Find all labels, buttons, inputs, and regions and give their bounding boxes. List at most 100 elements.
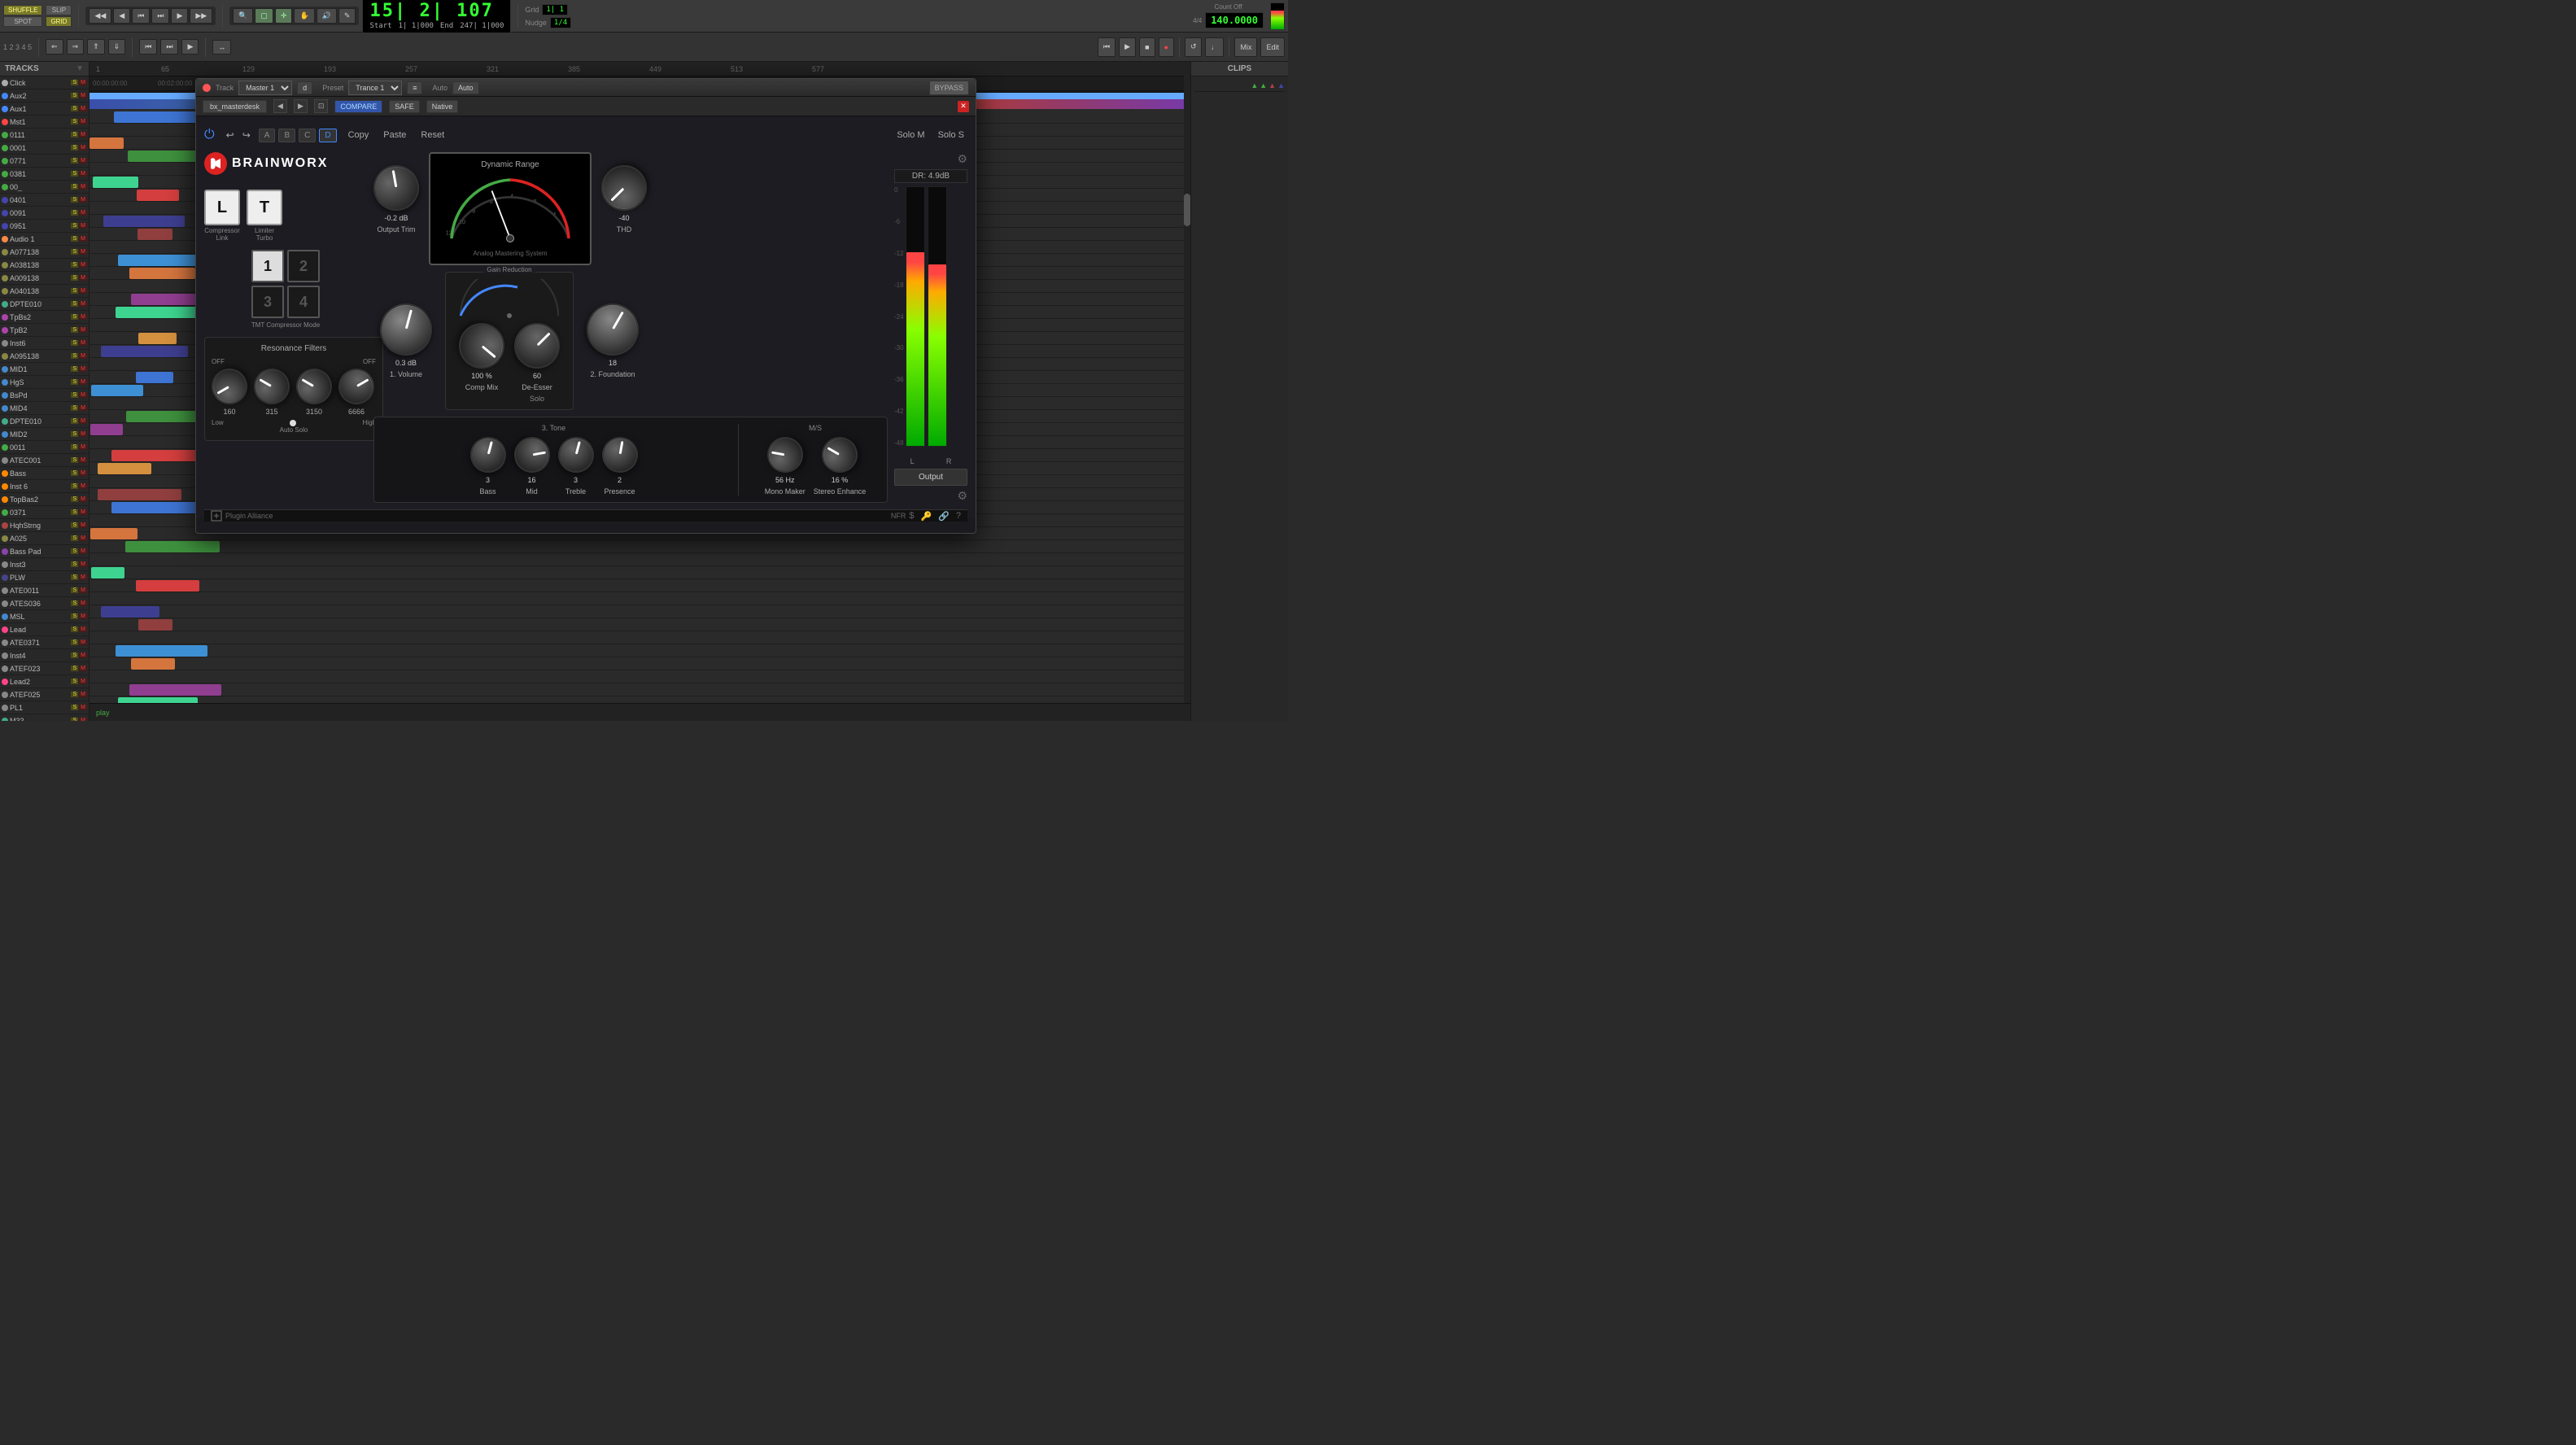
- track-s-btn[interactable]: S: [71, 574, 78, 580]
- track-s-btn[interactable]: S: [71, 666, 78, 671]
- clip-8[interactable]: [103, 216, 185, 227]
- clip-23[interactable]: [126, 411, 197, 422]
- track-item-mst1[interactable]: Mst1 S M: [0, 116, 89, 129]
- track-s-btn[interactable]: S: [71, 132, 78, 138]
- track-lane-37[interactable]: [90, 592, 1190, 605]
- track-m-btn[interactable]: M: [79, 679, 87, 684]
- track-s-btn[interactable]: S: [71, 145, 78, 151]
- plugin-x-btn[interactable]: ✕: [958, 101, 969, 112]
- track-m-btn[interactable]: M: [79, 509, 87, 515]
- track-m-btn[interactable]: M: [79, 444, 87, 450]
- track-m-btn[interactable]: M: [79, 692, 87, 697]
- track-item-lead[interactable]: Lead S M: [0, 623, 89, 636]
- track-m-btn[interactable]: M: [79, 314, 87, 320]
- native-btn[interactable]: Native: [426, 100, 459, 113]
- tmt-mode-2[interactable]: 2: [287, 250, 320, 282]
- track-m-btn[interactable]: M: [79, 340, 87, 346]
- clip-24[interactable]: [90, 424, 123, 435]
- clip-33[interactable]: [125, 541, 220, 552]
- clip-21[interactable]: [91, 385, 142, 396]
- compressor-link-btn[interactable]: L: [204, 190, 240, 225]
- track-lane-41[interactable]: [90, 644, 1190, 657]
- redo-btn[interactable]: ↪: [242, 129, 251, 141]
- clip-5[interactable]: [93, 177, 138, 188]
- clip-btn[interactable]: ⊡: [314, 99, 329, 113]
- auto-btn[interactable]: Auto: [452, 81, 479, 94]
- track-lane-39[interactable]: [90, 618, 1190, 631]
- track-m-btn[interactable]: M: [79, 640, 87, 645]
- reset-btn[interactable]: Reset: [417, 129, 448, 142]
- tmt-mode-3[interactable]: 3: [251, 286, 284, 318]
- dollar-btn[interactable]: $: [909, 511, 914, 522]
- tmt-mode-4[interactable]: 4: [287, 286, 320, 318]
- clip-20[interactable]: [136, 372, 173, 383]
- track-item-0401[interactable]: 0401 S M: [0, 194, 89, 207]
- track-s-btn[interactable]: S: [71, 496, 78, 502]
- hand-tool[interactable]: ✋: [294, 8, 314, 24]
- track-item-mid1[interactable]: MID1 S M: [0, 363, 89, 376]
- track-s-btn[interactable]: S: [71, 444, 78, 450]
- bass-knob[interactable]: [466, 433, 510, 477]
- track-item-dpte010[interactable]: DPTE010 S M: [0, 415, 89, 428]
- track-s-btn[interactable]: S: [71, 119, 78, 124]
- next-button[interactable]: ⏭: [151, 8, 169, 24]
- track-s-btn[interactable]: S: [71, 692, 78, 697]
- track-s-btn[interactable]: S: [71, 522, 78, 528]
- clip-35[interactable]: [91, 567, 124, 578]
- mix-button[interactable]: Mix: [1234, 37, 1257, 57]
- zoom-out-v[interactable]: ⇑: [87, 39, 105, 55]
- loop-button[interactable]: ↺: [1185, 37, 1203, 57]
- track-s-btn[interactable]: S: [71, 587, 78, 593]
- track-item-aux1[interactable]: Aux1 S M: [0, 103, 89, 116]
- track-item-0371[interactable]: 0371 S M: [0, 506, 89, 519]
- clip-41[interactable]: [116, 645, 207, 657]
- clip-36[interactable]: [136, 580, 199, 592]
- track-item-0091[interactable]: 0091 S M: [0, 207, 89, 220]
- safe-btn[interactable]: SAFE: [389, 100, 420, 113]
- track-s-btn[interactable]: S: [71, 288, 78, 294]
- track-m-btn[interactable]: M: [79, 288, 87, 294]
- click-button[interactable]: ♩: [1205, 37, 1224, 57]
- track-lane-43[interactable]: [90, 670, 1190, 683]
- track-item-tpbs2[interactable]: TpBs2 S M: [0, 311, 89, 324]
- clip-12[interactable]: [129, 268, 195, 279]
- zoom-in-h[interactable]: ⇒: [67, 39, 85, 55]
- track-s-btn[interactable]: S: [71, 379, 78, 385]
- track-item-lead2[interactable]: Lead2 S M: [0, 675, 89, 688]
- insert-display[interactable]: bx_masterdesk: [203, 100, 267, 113]
- bottom-settings-btn[interactable]: ⚙: [957, 489, 967, 503]
- track-item-a040138[interactable]: A040138 S M: [0, 285, 89, 298]
- clip-27[interactable]: [98, 463, 151, 474]
- clip-6[interactable]: [137, 190, 178, 201]
- track-m-btn[interactable]: M: [79, 301, 87, 307]
- track-m-btn[interactable]: M: [79, 171, 87, 177]
- track-m-btn[interactable]: M: [79, 705, 87, 710]
- res-knob-160-ctrl[interactable]: [205, 362, 254, 411]
- track-m-btn[interactable]: M: [79, 366, 87, 372]
- clip-18[interactable]: [101, 346, 188, 357]
- track-item-a025[interactable]: A025 S M: [0, 532, 89, 545]
- track-item-ate0011[interactable]: ATE0011 S M: [0, 584, 89, 597]
- track-s-btn[interactable]: S: [71, 470, 78, 476]
- clip-item-1[interactable]: ▲ ▲ ▲ ▲: [1194, 80, 1285, 92]
- track-s-btn[interactable]: S: [71, 262, 78, 268]
- undo-btn[interactable]: ↩: [226, 129, 234, 141]
- clip-2[interactable]: [90, 138, 123, 149]
- track-s-btn[interactable]: S: [71, 392, 78, 398]
- copy-btn[interactable]: Copy: [345, 129, 373, 142]
- prev-button[interactable]: ⏮: [132, 8, 150, 24]
- track-item-bass-pad[interactable]: Bass Pad S M: [0, 545, 89, 558]
- clip-17[interactable]: [138, 333, 177, 344]
- track-s-btn[interactable]: S: [71, 340, 78, 346]
- track-s-btn[interactable]: S: [71, 626, 78, 632]
- forward-button[interactable]: ▶: [171, 8, 188, 24]
- track-item-msl[interactable]: MSL S M: [0, 610, 89, 623]
- clip-3[interactable]: [128, 151, 205, 162]
- track-s-btn[interactable]: S: [71, 405, 78, 411]
- clip-38[interactable]: [101, 606, 159, 618]
- track-s-btn[interactable]: S: [71, 353, 78, 359]
- track-lane-34[interactable]: [90, 553, 1190, 566]
- track-m-btn[interactable]: M: [79, 392, 87, 398]
- edit-button[interactable]: Edit: [1260, 37, 1285, 57]
- track-s-btn[interactable]: S: [71, 640, 78, 645]
